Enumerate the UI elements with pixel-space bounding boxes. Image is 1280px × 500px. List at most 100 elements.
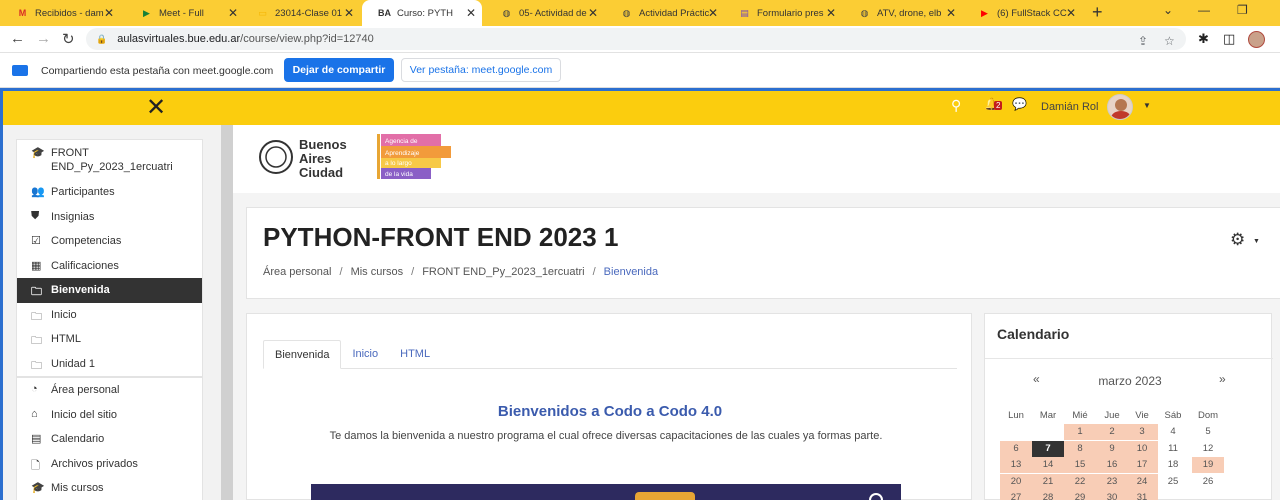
- calendar-day[interactable]: 3: [1126, 424, 1158, 440]
- sidebar-item-calendario[interactable]: ▤ Calendario: [17, 427, 202, 452]
- user-menu-caret-icon[interactable]: ▼: [1143, 101, 1151, 110]
- calendar-weekday: Mié: [1072, 410, 1088, 421]
- browser-tab[interactable]: ◍ ATV, drone, elb ✕: [842, 0, 962, 26]
- restore-icon[interactable]: ❐: [1237, 3, 1248, 17]
- reload-icon[interactable]: ↻: [62, 30, 75, 48]
- breadcrumb-link[interactable]: Área personal: [263, 266, 332, 278]
- sidebar-item-unidad-1[interactable]: 🗀 Unidad 1: [17, 352, 202, 377]
- user-name[interactable]: Damián Rol: [1041, 101, 1098, 113]
- messages-icon[interactable]: 💬: [1012, 97, 1027, 111]
- close-tab-icon[interactable]: ✕: [588, 6, 598, 20]
- close-tab-icon[interactable]: ✕: [344, 6, 354, 20]
- close-tab-icon[interactable]: ✕: [946, 6, 956, 20]
- breadcrumb-link[interactable]: Mis cursos: [351, 266, 404, 278]
- gear-icon[interactable]: ⚙: [1230, 230, 1245, 250]
- browser-tab[interactable]: ▶ (6) FullStack CC ✕: [962, 0, 1082, 26]
- address-bar[interactable]: 🔒 aulasvirtuales.bue.edu.ar/course/view.…: [86, 28, 1186, 50]
- calendar-day[interactable]: 31: [1126, 490, 1158, 500]
- close-tab-icon[interactable]: ✕: [104, 6, 114, 20]
- calendar-day[interactable]: 18: [1157, 457, 1189, 473]
- calendar-day[interactable]: 30: [1096, 490, 1128, 500]
- browser-tab[interactable]: M Recibidos - dam ✕: [0, 0, 120, 26]
- search-icon[interactable]: ⚲: [951, 97, 961, 114]
- sidebar-item-course[interactable]: 🎓 FRONT END_Py_2023_1ercuatri: [17, 140, 202, 180]
- sidebar-item-archivos-privados[interactable]: 🗋 Archivos privados: [17, 452, 202, 477]
- side-panel-icon[interactable]: ◫: [1223, 31, 1235, 47]
- sidebar-item-bienvenida[interactable]: 🗀 Bienvenida: [17, 278, 202, 303]
- new-tab-icon[interactable]: +: [1092, 2, 1103, 23]
- sidebar-item-calificaciones[interactable]: ▦ Calificaciones: [17, 254, 202, 279]
- tab-bienvenida[interactable]: Bienvenida: [263, 340, 342, 369]
- close-tab-icon[interactable]: ✕: [826, 6, 836, 20]
- back-icon[interactable]: ←: [10, 30, 25, 47]
- calendar-day[interactable]: 6: [1000, 440, 1032, 457]
- close-tab-icon[interactable]: ✕: [228, 6, 238, 20]
- calendar-day[interactable]: 11: [1157, 441, 1189, 457]
- close-tab-icon[interactable]: ✕: [708, 6, 718, 20]
- calendar-day[interactable]: 1: [1064, 424, 1096, 440]
- tab-search-icon[interactable]: ⌄: [1163, 3, 1173, 17]
- lock-icon[interactable]: 🔒: [96, 34, 107, 45]
- tab-inicio[interactable]: Inicio: [341, 340, 389, 369]
- welcome-heading: Bienvenidos a Codo a Codo 4.0: [497, 403, 723, 420]
- calendar-day[interactable]: 12: [1192, 441, 1224, 457]
- close-tab-icon[interactable]: ✕: [466, 6, 476, 20]
- sidebar-item-inicio-del-sitio[interactable]: ⌂ Inicio del sitio: [17, 403, 202, 428]
- calendar-day[interactable]: 19: [1192, 457, 1224, 474]
- calendar-day[interactable]: 7: [1032, 440, 1064, 457]
- drawer-scrollbar[interactable]: [221, 125, 233, 500]
- user-avatar[interactable]: [1107, 94, 1133, 120]
- sidebar-item-competencias[interactable]: ☑ Competencias: [17, 229, 202, 254]
- close-drawer-icon[interactable]: ✕: [146, 94, 166, 122]
- browser-tab[interactable]: ▤ Formulario pres ✕: [722, 0, 842, 26]
- close-tab-icon[interactable]: ✕: [1066, 6, 1076, 20]
- welcome-banner-image: [311, 484, 901, 500]
- browser-tab[interactable]: BA Curso: PYTH ✕: [362, 0, 482, 26]
- browser-profile-avatar[interactable]: [1248, 31, 1265, 48]
- calendar-day[interactable]: 21: [1032, 473, 1064, 490]
- bookmark-star-icon[interactable]: ☆: [1164, 34, 1175, 48]
- sidebar-item-mis-cursos[interactable]: 🎓 Mis cursos: [17, 476, 202, 500]
- sidebar-item-participantes[interactable]: 👥 Participantes: [17, 180, 202, 205]
- sidebar-item-html[interactable]: 🗀 HTML: [17, 327, 202, 352]
- calendar-day[interactable]: 2: [1096, 424, 1128, 440]
- calendar-day[interactable]: 4: [1157, 424, 1189, 440]
- sidebar-item-insignias[interactable]: ⛊ Insignias: [17, 205, 202, 230]
- breadcrumb-link[interactable]: FRONT END_Py_2023_1ercuatri: [422, 266, 584, 278]
- calendar-day[interactable]: 5: [1192, 424, 1224, 440]
- minimize-icon[interactable]: —: [1198, 3, 1210, 17]
- calendar-day[interactable]: 15: [1064, 457, 1096, 474]
- sidebar-item-label: Calendario: [51, 433, 105, 445]
- browser-tab[interactable]: ▭ 23014-Clase 01 ✕: [240, 0, 360, 26]
- calendar-day[interactable]: 9: [1096, 440, 1128, 457]
- calendar-day[interactable]: 23: [1096, 473, 1128, 490]
- chevron-down-icon[interactable]: ▼: [1253, 238, 1260, 245]
- forward-icon[interactable]: →: [36, 30, 51, 47]
- calendar-day[interactable]: 25: [1157, 474, 1189, 490]
- calendar-day[interactable]: 24: [1126, 473, 1158, 490]
- calendar-day[interactable]: 27: [1000, 490, 1032, 500]
- calendar-day[interactable]: 28: [1032, 490, 1064, 500]
- calendar-day[interactable]: 29: [1064, 490, 1096, 500]
- sidebar-item--rea-personal[interactable]: ◔ Área personal: [17, 378, 202, 403]
- stop-sharing-button[interactable]: Dejar de compartir: [284, 58, 394, 82]
- calendar-day[interactable]: 8: [1064, 440, 1096, 457]
- extensions-icon[interactable]: ✱: [1198, 31, 1209, 47]
- browser-tab[interactable]: ◍ Actividad Práctic ✕: [604, 0, 724, 26]
- calendar-day[interactable]: 10: [1126, 440, 1158, 457]
- view-tab-button[interactable]: Ver pestaña: meet.google.com: [401, 58, 561, 82]
- tab-html[interactable]: HTML: [389, 340, 441, 369]
- calendar-day[interactable]: 13: [1000, 457, 1032, 474]
- browser-tab[interactable]: ◍ 05- Actividad de ✕: [484, 0, 604, 26]
- calendar-day[interactable]: 26: [1192, 474, 1224, 490]
- calendar-day[interactable]: 20: [1000, 473, 1032, 490]
- sidebar-item-inicio[interactable]: 🗀 Inicio: [17, 303, 202, 328]
- calendar-next-month[interactable]: »: [1219, 372, 1226, 386]
- share-page-icon[interactable]: ⇪: [1138, 34, 1148, 48]
- browser-tab[interactable]: ▶ Meet - Full ✕: [124, 0, 244, 26]
- calendar-day[interactable]: 16: [1096, 457, 1128, 474]
- calendar-day[interactable]: 17: [1126, 457, 1158, 474]
- calendar-day[interactable]: 14: [1032, 457, 1064, 474]
- breadcrumb-link[interactable]: Bienvenida: [604, 266, 658, 278]
- calendar-day[interactable]: 22: [1064, 473, 1096, 490]
